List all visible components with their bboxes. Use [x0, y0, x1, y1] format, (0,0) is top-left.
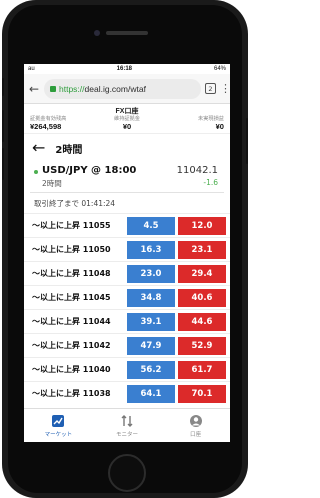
back-arrow-icon[interactable]: ←: [28, 82, 40, 96]
bid-button[interactable]: 34.8: [127, 288, 175, 307]
list-item: 〜以上に上昇 11045 34.8 40.6: [24, 285, 230, 309]
strike-list: 〜以上に上昇 11055 4.5 12.0 〜以上に上昇 11050 16.3 …: [24, 213, 230, 405]
page-header: ← 2時間: [24, 134, 230, 162]
bottom-navigation: マーケット モニター 口座: [24, 408, 230, 442]
countdown-text: 取引終了まで 01:41:24: [34, 198, 116, 208]
list-item: 〜以上に上昇 11044 39.1 44.6: [24, 309, 230, 333]
ask-button[interactable]: 29.4: [178, 264, 226, 283]
ask-button[interactable]: 61.7: [178, 360, 226, 379]
list-item: 〜以上に上昇 11048 23.0 29.4: [24, 261, 230, 285]
bid-button[interactable]: 56.2: [127, 360, 175, 379]
bid-button[interactable]: 64.1: [127, 384, 175, 403]
power-button: [246, 118, 248, 164]
instrument-name: USD/JPY @ 18:00: [42, 165, 137, 176]
carrier-label: au: [28, 66, 35, 72]
home-button[interactable]: [108, 454, 146, 492]
screen: au 16:18 64% ← https://deal.ig.com/wtaf …: [24, 64, 230, 442]
market-chart-icon: [51, 414, 65, 428]
lock-icon: [50, 85, 56, 92]
volume-up-button: [2, 110, 4, 142]
bid-button[interactable]: 16.3: [127, 240, 175, 259]
instrument-price: 11042.1: [176, 165, 218, 176]
url-text: https://deal.ig.com/wtaf: [59, 83, 146, 94]
ask-button[interactable]: 23.1: [178, 240, 226, 259]
nav-market[interactable]: マーケット: [24, 409, 93, 442]
list-item: 〜以上に上昇 11050 16.3 23.1: [24, 237, 230, 261]
nav-monitor[interactable]: モニター: [93, 409, 162, 442]
volume-down-button: [2, 148, 4, 180]
nav-market-label: マーケット: [44, 431, 73, 438]
ask-button[interactable]: 52.9: [178, 336, 226, 355]
front-camera: [94, 30, 100, 36]
instrument-duration: 2時間: [42, 179, 62, 188]
list-item: 〜以上に上昇 11042 47.9 52.9: [24, 333, 230, 357]
strike-label: 〜以上に上昇 11055: [32, 221, 111, 230]
account-balance: 証拠金有効残高 ¥264,598: [30, 116, 67, 131]
ask-button[interactable]: 40.6: [178, 288, 226, 307]
strike-label: 〜以上に上昇 11048: [32, 269, 111, 278]
phone-frame: au 16:18 64% ← https://deal.ig.com/wtaf …: [2, 0, 248, 498]
list-item: 〜以上に上昇 11055 4.5 12.0: [24, 213, 230, 237]
nav-monitor-label: モニター: [116, 431, 139, 438]
account-user-icon: [189, 414, 203, 428]
browser-toolbar: ← https://deal.ig.com/wtaf 2 ⋮: [24, 74, 230, 104]
earpiece-speaker: [106, 31, 148, 35]
ask-button[interactable]: 44.6: [178, 312, 226, 331]
address-bar[interactable]: https://deal.ig.com/wtaf: [44, 78, 201, 99]
bid-button[interactable]: 4.5: [127, 216, 175, 235]
mute-switch: [2, 78, 4, 96]
unrealized-pnl: 未実現損益 ¥0: [198, 116, 224, 131]
account-summary: FX口座 証拠金有効残高 ¥264,598 維持証拠金 ¥0 未実現損益 ¥0: [24, 104, 230, 134]
instrument-change: -1.6: [203, 178, 218, 187]
list-item: 〜以上に上昇 11038 64.1 70.1: [24, 381, 230, 405]
back-arrow-icon[interactable]: ←: [32, 140, 45, 156]
account-title: FX口座: [115, 108, 139, 115]
strike-label: 〜以上に上昇 11038: [32, 389, 111, 398]
ask-button[interactable]: 70.1: [178, 384, 226, 403]
clock: 16:18: [116, 66, 133, 72]
bid-button[interactable]: 23.0: [127, 264, 175, 283]
ask-button[interactable]: 12.0: [178, 216, 226, 235]
overflow-menu-icon[interactable]: ⋮: [220, 83, 230, 94]
strike-label: 〜以上に上昇 11042: [32, 341, 111, 350]
strike-label: 〜以上に上昇 11045: [32, 293, 111, 302]
nav-account-label: 口座: [190, 431, 202, 438]
maintenance-margin: 維持証拠金 ¥0: [114, 116, 140, 131]
instrument-info: USD/JPY @ 18:00 2時間 11042.1 -1.6: [24, 162, 230, 192]
page-title: 2時間: [55, 144, 83, 156]
nav-account[interactable]: 口座: [161, 409, 230, 442]
bid-button[interactable]: 39.1: [127, 312, 175, 331]
market-open-dot-icon: [34, 170, 38, 174]
battery-label: 64%: [213, 66, 226, 72]
monitor-arrows-icon: [120, 414, 134, 428]
status-bar: au 16:18 64%: [24, 64, 230, 74]
list-item: 〜以上に上昇 11040 56.2 61.7: [24, 357, 230, 381]
strike-label: 〜以上に上昇 11044: [32, 317, 111, 326]
strike-label: 〜以上に上昇 11050: [32, 245, 111, 254]
bid-button[interactable]: 47.9: [127, 336, 175, 355]
strike-label: 〜以上に上昇 11040: [32, 365, 111, 374]
tab-switcher-button[interactable]: 2: [205, 83, 216, 94]
